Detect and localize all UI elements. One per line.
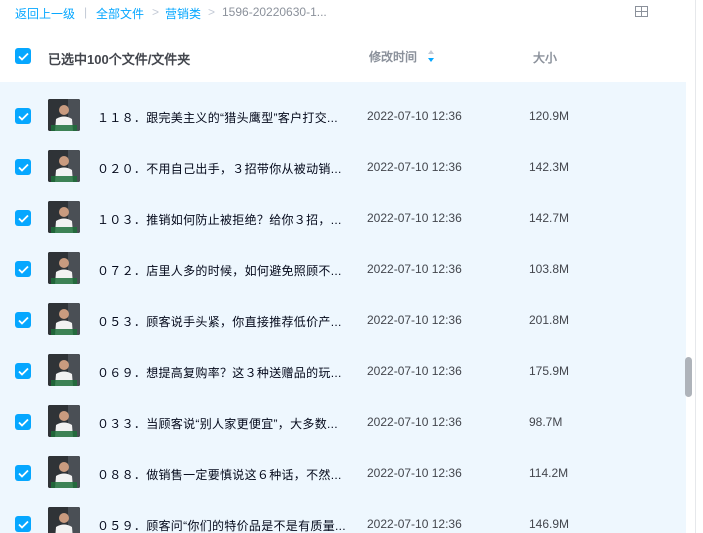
file-mtime: 2022-07-10 12:36 xyxy=(367,364,462,378)
row-checkbox[interactable] xyxy=(15,210,31,226)
file-row[interactable]: １０３．推销如何防止被拒绝？给你３招，... 2022-07-10 12:36 14… xyxy=(0,184,686,235)
breadcrumb-all-files[interactable]: 全部文件 xyxy=(96,5,144,22)
row-checkbox[interactable] xyxy=(15,261,31,277)
video-thumbnail-icon[interactable] xyxy=(48,252,80,284)
file-name[interactable]: ０５３．顾客说手头紧，你直接推荐低价产... xyxy=(97,313,342,330)
video-thumbnail-icon[interactable] xyxy=(48,507,80,533)
video-thumbnail-icon[interactable] xyxy=(48,405,80,437)
scrollbar-track[interactable] xyxy=(695,0,696,533)
column-header-mtime[interactable]: 修改时间 xyxy=(369,48,417,65)
file-mtime: 2022-07-10 12:36 xyxy=(367,466,462,480)
file-mtime: 2022-07-10 12:36 xyxy=(367,109,462,123)
row-checkbox[interactable] xyxy=(15,363,31,379)
file-name[interactable]: １０３．推销如何防止被拒绝？给你３招，... xyxy=(97,211,342,228)
checkmark-icon xyxy=(17,418,29,427)
selected-count: 已选中100个文件/文件夹 xyxy=(48,52,191,67)
checkmark-icon xyxy=(17,520,29,529)
row-checkbox[interactable] xyxy=(15,312,31,328)
scrollbar-thumb[interactable] xyxy=(685,357,692,397)
row-checkbox[interactable] xyxy=(15,465,31,481)
file-mtime: 2022-07-10 12:36 xyxy=(367,211,462,225)
checkmark-icon xyxy=(17,214,29,223)
list-header: 已选中100个文件/文件夹 修改时间 大小 xyxy=(0,40,690,74)
row-checkbox[interactable] xyxy=(15,516,31,532)
breadcrumb-folder[interactable]: 营销类 xyxy=(165,5,201,22)
back-link[interactable]: 返回上一级 xyxy=(15,5,75,22)
checkmark-icon xyxy=(17,316,29,325)
file-name[interactable]: ０８８．做销售一定要慎说这６种话，不然... xyxy=(97,466,342,483)
file-size: 175.9M xyxy=(529,364,570,378)
breadcrumb-arrow: > xyxy=(152,5,160,19)
file-row[interactable]: ０７２．店里人多的时候，如何避免照顾不... 2022-07-10 12:36 10… xyxy=(0,235,686,286)
file-size: 142.7M xyxy=(529,211,570,225)
checkmark-icon xyxy=(17,265,29,274)
breadcrumb-arrow: > xyxy=(208,5,216,19)
select-all-checkbox[interactable] xyxy=(15,48,31,64)
file-size: 98.7M xyxy=(529,415,563,429)
file-size: 114.2M xyxy=(529,466,569,480)
file-row[interactable]: ０５３．顾客说手头紧，你直接推荐低价产... 2022-07-10 12:36 20… xyxy=(0,286,686,337)
file-name[interactable]: ０３３．当顾客说“别人家更便宜”，大多数... xyxy=(97,415,338,432)
checkmark-icon xyxy=(17,163,29,172)
file-row[interactable]: ０５９．顾客问“你们的特价品是不是有质量... 2022-07-10 12:36 1… xyxy=(0,490,686,533)
video-thumbnail-icon[interactable] xyxy=(48,456,80,488)
file-size: 103.8M xyxy=(529,262,570,276)
row-checkbox[interactable] xyxy=(15,414,31,430)
file-size: 142.3M xyxy=(529,160,570,174)
file-row[interactable]: ０２０．不用自己出手，３招带你从被动销... 2022-07-10 12:36 14… xyxy=(0,133,686,184)
video-thumbnail-icon[interactable] xyxy=(48,303,80,335)
file-size: 146.9M xyxy=(529,517,570,531)
breadcrumb: 返回上一级 | 全部文件 > 营销类 > 1596-20220630-1... xyxy=(0,0,690,26)
file-mtime: 2022-07-10 12:36 xyxy=(367,415,462,429)
file-mtime: 2022-07-10 12:36 xyxy=(367,262,462,276)
sort-icon[interactable] xyxy=(427,49,435,63)
grid-view-icon[interactable] xyxy=(635,6,648,17)
file-size: 201.8M xyxy=(529,313,570,327)
row-checkbox[interactable] xyxy=(15,108,31,124)
file-mtime: 2022-07-10 12:36 xyxy=(367,160,462,174)
checkmark-icon xyxy=(17,367,29,376)
file-name[interactable]: １１８．跟完美主义的“猎头鹰型”客户打交... xyxy=(97,109,338,126)
video-thumbnail-icon[interactable] xyxy=(48,99,80,131)
file-name[interactable]: ０６９．想提高复购率？这３种送赠品的玩... xyxy=(97,364,342,381)
file-row[interactable]: ０８８．做销售一定要慎说这６种话，不然... 2022-07-10 12:36 11… xyxy=(0,439,686,490)
breadcrumb-current: 1596-20220630-1... xyxy=(222,5,327,19)
file-row[interactable]: １１８．跟完美主义的“猎头鹰型”客户打交... 2022-07-10 12:36 1… xyxy=(0,82,686,133)
file-mtime: 2022-07-10 12:36 xyxy=(367,313,462,327)
video-thumbnail-icon[interactable] xyxy=(48,150,80,182)
file-mtime: 2022-07-10 12:36 xyxy=(367,517,462,531)
checkmark-icon xyxy=(17,112,29,121)
file-list: １１８．跟完美主义的“猎头鹰型”客户打交... 2022-07-10 12:36 1… xyxy=(0,82,686,533)
breadcrumb-separator: | xyxy=(84,5,88,19)
column-header-size[interactable]: 大小 xyxy=(533,49,557,66)
file-row[interactable]: ０６９．想提高复购率？这３种送赠品的玩... 2022-07-10 12:36 17… xyxy=(0,337,686,388)
file-size: 120.9M xyxy=(529,109,570,123)
file-name[interactable]: ０２０．不用自己出手，３招带你从被动销... xyxy=(97,160,342,177)
row-checkbox[interactable] xyxy=(15,159,31,175)
checkmark-icon xyxy=(17,469,29,478)
checkmark-icon xyxy=(17,52,29,61)
video-thumbnail-icon[interactable] xyxy=(48,201,80,233)
file-name[interactable]: ０７２．店里人多的时候，如何避免照顾不... xyxy=(97,262,342,279)
file-name[interactable]: ０５９．顾客问“你们的特价品是不是有质量... xyxy=(97,517,346,533)
video-thumbnail-icon[interactable] xyxy=(48,354,80,386)
file-row[interactable]: ０３３．当顾客说“别人家更便宜”，大多数... 2022-07-10 12:36 9… xyxy=(0,388,686,439)
